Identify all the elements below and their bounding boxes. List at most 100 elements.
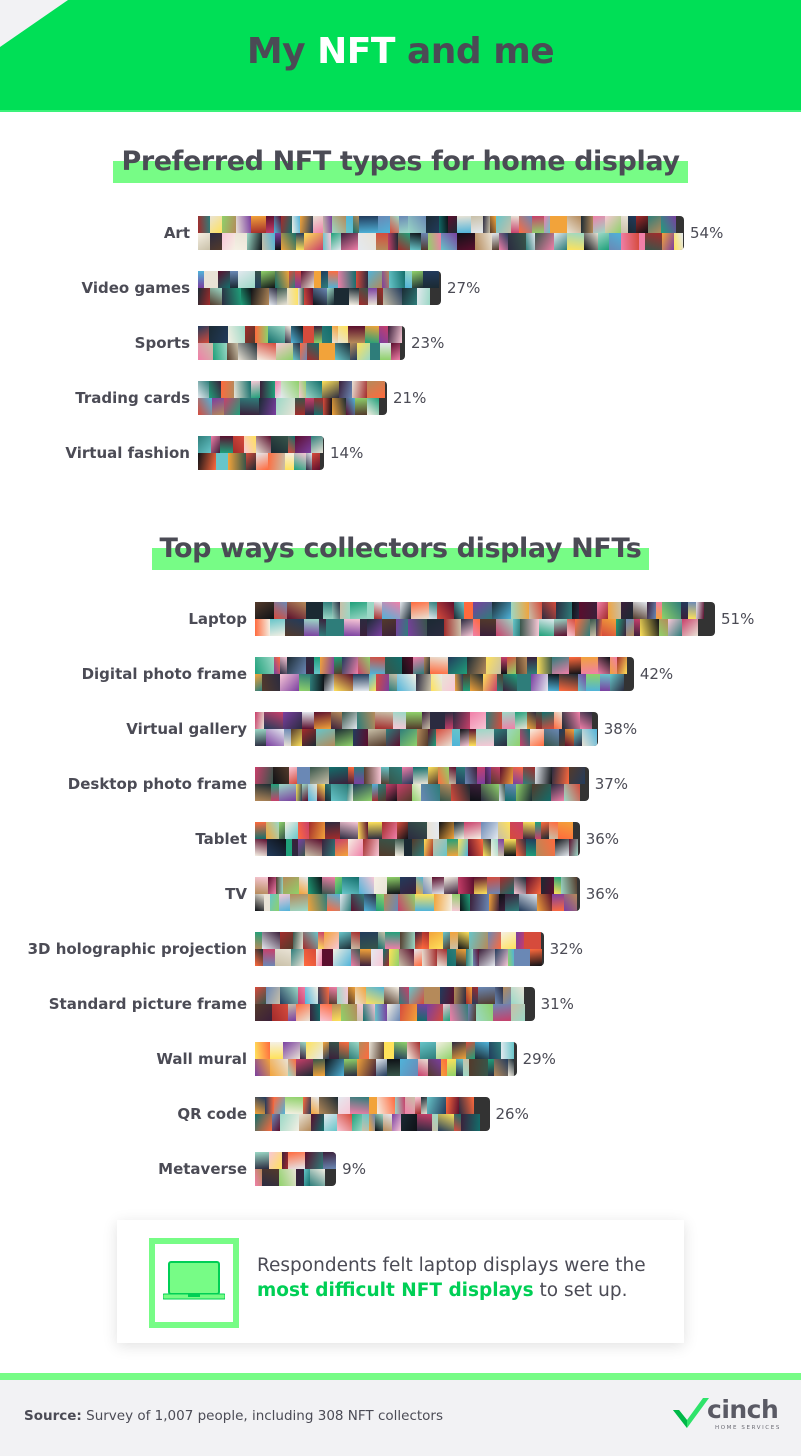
image-tile <box>322 839 335 856</box>
image-tile <box>389 674 397 691</box>
image-tile <box>633 602 647 619</box>
image-tile <box>370 343 380 360</box>
image-tile <box>291 326 303 343</box>
image-tile <box>492 602 511 619</box>
image-tile <box>366 987 384 1004</box>
image-tile <box>216 453 228 470</box>
image-tile <box>334 674 353 691</box>
title-text: My <box>246 31 318 72</box>
image-tile <box>341 1004 357 1021</box>
value-label: 36% <box>585 830 620 848</box>
image-tile <box>313 288 327 305</box>
image-tile <box>526 839 536 856</box>
image-tile <box>478 987 495 1004</box>
image-tile <box>331 233 341 250</box>
image-tile <box>414 949 422 966</box>
image-tile <box>483 839 491 856</box>
image-tile <box>314 712 331 729</box>
image-tile <box>636 216 648 233</box>
image-tile <box>495 987 503 1004</box>
image-tile <box>362 1114 369 1131</box>
image-tile <box>459 1097 474 1114</box>
source-note: Source: Survey of 1,007 people, includin… <box>24 1408 443 1424</box>
image-tile <box>514 949 530 966</box>
image-tile <box>549 822 558 839</box>
image-tile <box>505 894 519 911</box>
bar-row: Sports 23% <box>0 326 444 360</box>
image-tile <box>456 949 466 966</box>
image-tile <box>333 949 351 966</box>
category-label: Laptop <box>188 610 247 628</box>
image-tile <box>433 839 447 856</box>
image-tile <box>523 822 535 839</box>
image-tile <box>270 1042 283 1059</box>
image-tile <box>296 1059 313 1076</box>
image-tile <box>377 1097 395 1114</box>
image-tile <box>428 233 441 250</box>
image-tile <box>399 949 414 966</box>
image-tile <box>310 767 329 784</box>
image-tile <box>276 877 283 894</box>
image-tile <box>640 619 659 636</box>
image-tile <box>511 1004 525 1021</box>
image-tile <box>280 932 293 949</box>
image-tile <box>289 767 297 784</box>
image-tile <box>598 657 610 674</box>
image-tile <box>593 216 605 233</box>
image-tile <box>445 712 453 729</box>
image-tile <box>266 987 280 1004</box>
image-tile <box>524 932 541 949</box>
header-banner: My NFT and me <box>0 0 801 112</box>
image-tile <box>222 216 236 233</box>
image-tile <box>452 729 460 746</box>
image-tile <box>210 288 222 305</box>
image-tile <box>452 1042 466 1059</box>
bar-row: Tablet 36% <box>0 822 619 856</box>
image-tile <box>339 932 351 949</box>
cinch-logo[interactable]: cinch HOME SERVICES <box>673 1394 783 1434</box>
image-tile <box>443 932 450 949</box>
image-tile <box>516 784 532 801</box>
chart2-title: Top ways collectors display NFTs <box>0 532 801 570</box>
image-tile <box>374 602 382 619</box>
image-tile <box>376 674 389 691</box>
image-tile <box>344 1059 357 1076</box>
image-tile <box>304 619 319 636</box>
image-tile <box>240 398 259 415</box>
image-tile <box>469 932 488 949</box>
image-tile <box>397 674 416 691</box>
bar <box>255 987 535 1021</box>
image-tile <box>544 729 559 746</box>
image-tile <box>457 216 471 233</box>
image-tile <box>436 729 452 746</box>
image-tile <box>558 822 573 839</box>
image-tile <box>335 877 342 894</box>
bar <box>255 877 580 911</box>
image-tile <box>422 949 437 966</box>
image-tile <box>399 987 409 1004</box>
value-label: 27% <box>447 279 481 297</box>
image-tile <box>559 674 578 691</box>
value-label: 36% <box>585 885 620 903</box>
image-tile <box>308 877 322 894</box>
bar-row: Trading cards 21% <box>0 381 426 415</box>
image-tile <box>299 877 308 894</box>
image-tile <box>255 1059 270 1076</box>
image-tile <box>454 987 466 1004</box>
callout-emphasis: most difficult NFT displays <box>257 1280 534 1301</box>
image-tile <box>496 619 513 636</box>
image-tile <box>234 381 251 398</box>
image-tile <box>427 1097 446 1114</box>
image-tile <box>312 453 320 470</box>
image-tile <box>376 233 388 250</box>
image-tile <box>305 839 322 856</box>
image-tile <box>285 619 304 636</box>
image-tile <box>473 619 480 636</box>
image-tile <box>329 1042 339 1059</box>
image-tile <box>458 932 469 949</box>
image-tile <box>368 729 386 746</box>
image-tile <box>517 674 531 691</box>
image-tile <box>535 233 554 250</box>
image-tile <box>519 894 537 911</box>
image-tile <box>574 729 582 746</box>
